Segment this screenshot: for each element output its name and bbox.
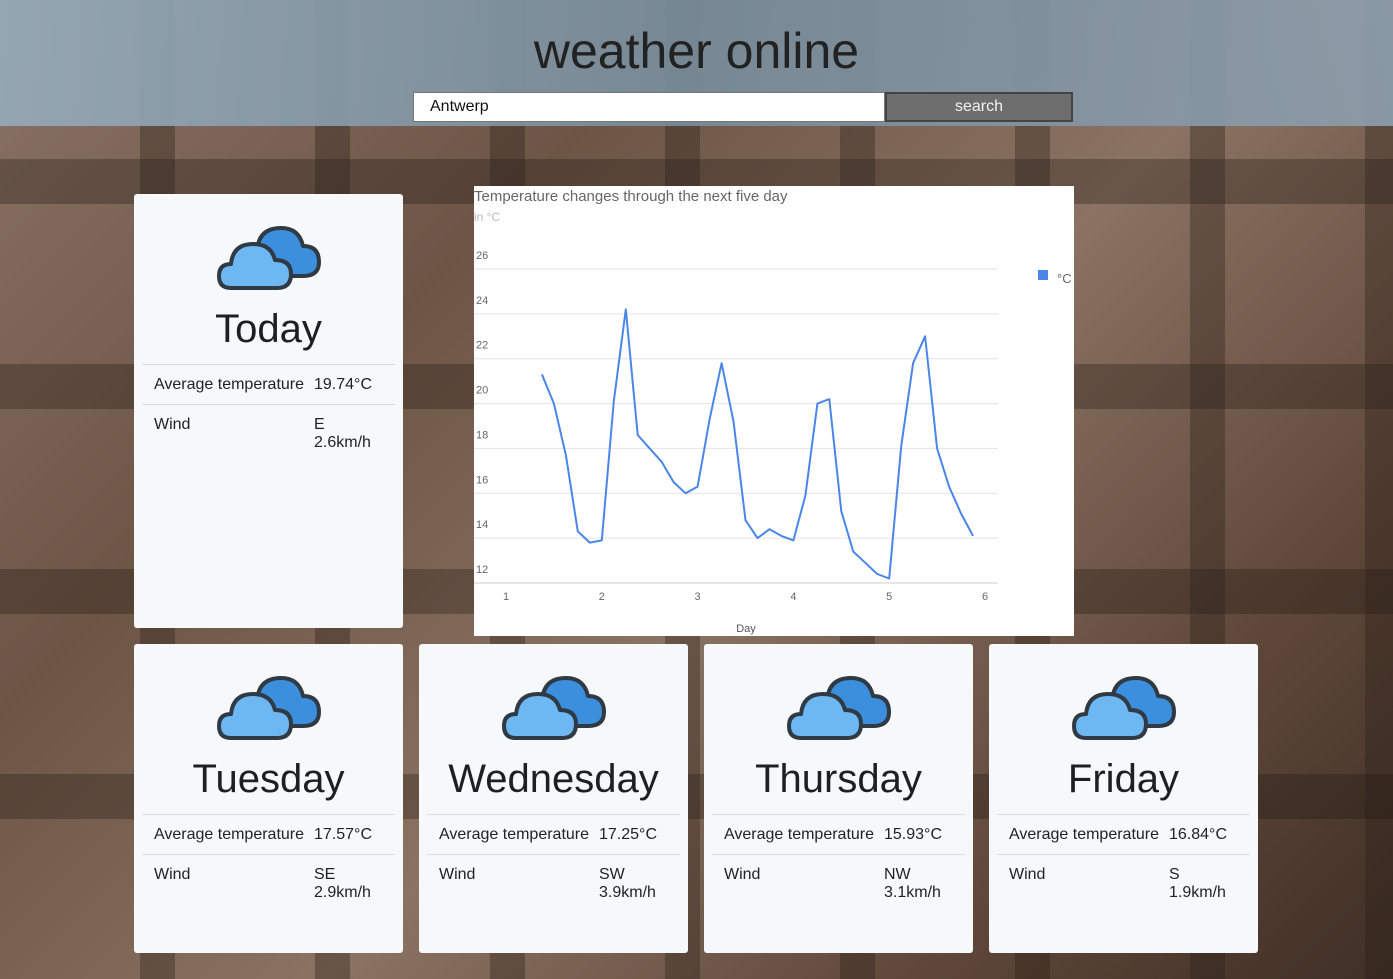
wind-label: Wind xyxy=(724,866,761,883)
avg-temp-value: 16.84°C xyxy=(1169,826,1227,843)
forecast-card: Tuesday Average temperature 17.57°C Wind SE 2… xyxy=(134,644,403,953)
avg-temp-label: Average temperature xyxy=(439,826,590,843)
wind-row: Wind NW 3.1km/h xyxy=(712,854,965,912)
wind-speed: 3.1km/h xyxy=(884,884,941,901)
app-title: weather online xyxy=(533,23,860,79)
avg-temp-label: Average temperature xyxy=(724,826,875,843)
avg-temp-row: Average temperature 19.74°C xyxy=(142,364,395,404)
day-title: Tuesday xyxy=(192,757,345,801)
x-tick-label: 3 xyxy=(695,591,701,603)
wind-direction: E xyxy=(314,416,325,433)
y-tick-label: 18 xyxy=(476,429,488,441)
wind-label: Wind xyxy=(1009,866,1046,883)
cloudy-icon xyxy=(997,644,1250,744)
legend-label: °C xyxy=(1057,271,1072,286)
chart-svg: Temperature changes through the next fiv… xyxy=(474,188,1072,635)
chart-title: Temperature changes through the next fiv… xyxy=(474,188,788,205)
avg-temp-value: 17.25°C xyxy=(599,826,657,843)
day-title: Wednesday xyxy=(448,757,659,801)
cloudy-icon xyxy=(427,644,680,744)
cloudy-icon xyxy=(712,644,965,744)
search-input[interactable] xyxy=(413,92,885,122)
y-tick-label: 22 xyxy=(476,340,488,352)
wind-speed: 1.9km/h xyxy=(1169,884,1226,901)
wind-row: Wind E 2.6km/h xyxy=(142,404,395,462)
cloudy-icon xyxy=(142,194,395,294)
wind-row: Wind SE 2.9km/h xyxy=(142,854,395,912)
avg-temp-row: Average temperature 16.84°C xyxy=(997,814,1250,854)
wind-label: Wind xyxy=(439,866,476,883)
avg-temp-value: 19.74°C xyxy=(314,376,372,393)
avg-temp-value: 15.93°C xyxy=(884,826,942,843)
x-tick-label: 4 xyxy=(790,591,796,603)
x-axis-label: Day xyxy=(736,623,756,635)
wind-speed: 2.9km/h xyxy=(314,884,371,901)
x-tick-label: 1 xyxy=(503,591,509,603)
wind-direction: S xyxy=(1169,866,1180,883)
temperature-chart: Temperature changes through the next fiv… xyxy=(474,186,1074,636)
wind-direction: SE xyxy=(314,866,336,883)
y-tick-label: 14 xyxy=(476,519,488,531)
wind-direction: NW xyxy=(884,866,911,883)
cloudy-icon xyxy=(142,644,395,744)
today-title: Today xyxy=(215,307,322,351)
avg-temp-value: 17.57°C xyxy=(314,826,372,843)
avg-temp-label: Average temperature xyxy=(1009,826,1160,843)
y-tick-label: 12 xyxy=(476,564,488,576)
wind-label: Wind xyxy=(154,416,191,433)
wind-speed: 3.9km/h xyxy=(599,884,656,901)
today-card: Today Average temperature 19.74°C Wind E… xyxy=(134,194,403,628)
chart-subtitle: in °C xyxy=(474,210,500,224)
forecast-card: Thursday Average temperature 15.93°C Wind NW… xyxy=(704,644,973,953)
x-tick-label: 5 xyxy=(886,591,892,603)
forecast-card: Wednesday Average temperature 17.25°C Wind S… xyxy=(419,644,688,953)
wind-label: Wind xyxy=(154,866,191,883)
avg-temp-row: Average temperature 17.25°C xyxy=(427,814,680,854)
y-tick-label: 16 xyxy=(476,474,488,486)
forecast-card: Friday Average temperature 16.84°C Wind S 1.9… xyxy=(989,644,1258,953)
avg-temp-row: Average temperature 15.93°C xyxy=(712,814,965,854)
wind-row: Wind SW 3.9km/h xyxy=(427,854,680,912)
day-title: Thursday xyxy=(755,757,922,801)
wind-row: Wind S 1.9km/h xyxy=(997,854,1250,912)
legend-swatch xyxy=(1038,270,1048,280)
wind-direction: SW xyxy=(599,866,625,883)
y-tick-label: 24 xyxy=(476,295,488,307)
day-title: Friday xyxy=(1067,757,1180,801)
search-button[interactable]: search xyxy=(885,92,1073,122)
avg-temp-label: Average temperature xyxy=(154,826,305,843)
avg-temp-row: Average temperature 17.57°C xyxy=(142,814,395,854)
avg-temp-label: Average temperature xyxy=(154,376,305,393)
y-tick-label: 26 xyxy=(476,250,488,262)
x-tick-label: 2 xyxy=(599,591,605,603)
wind-speed: 2.6km/h xyxy=(314,434,371,451)
y-tick-label: 20 xyxy=(476,385,488,397)
x-tick-label: 6 xyxy=(982,591,988,603)
